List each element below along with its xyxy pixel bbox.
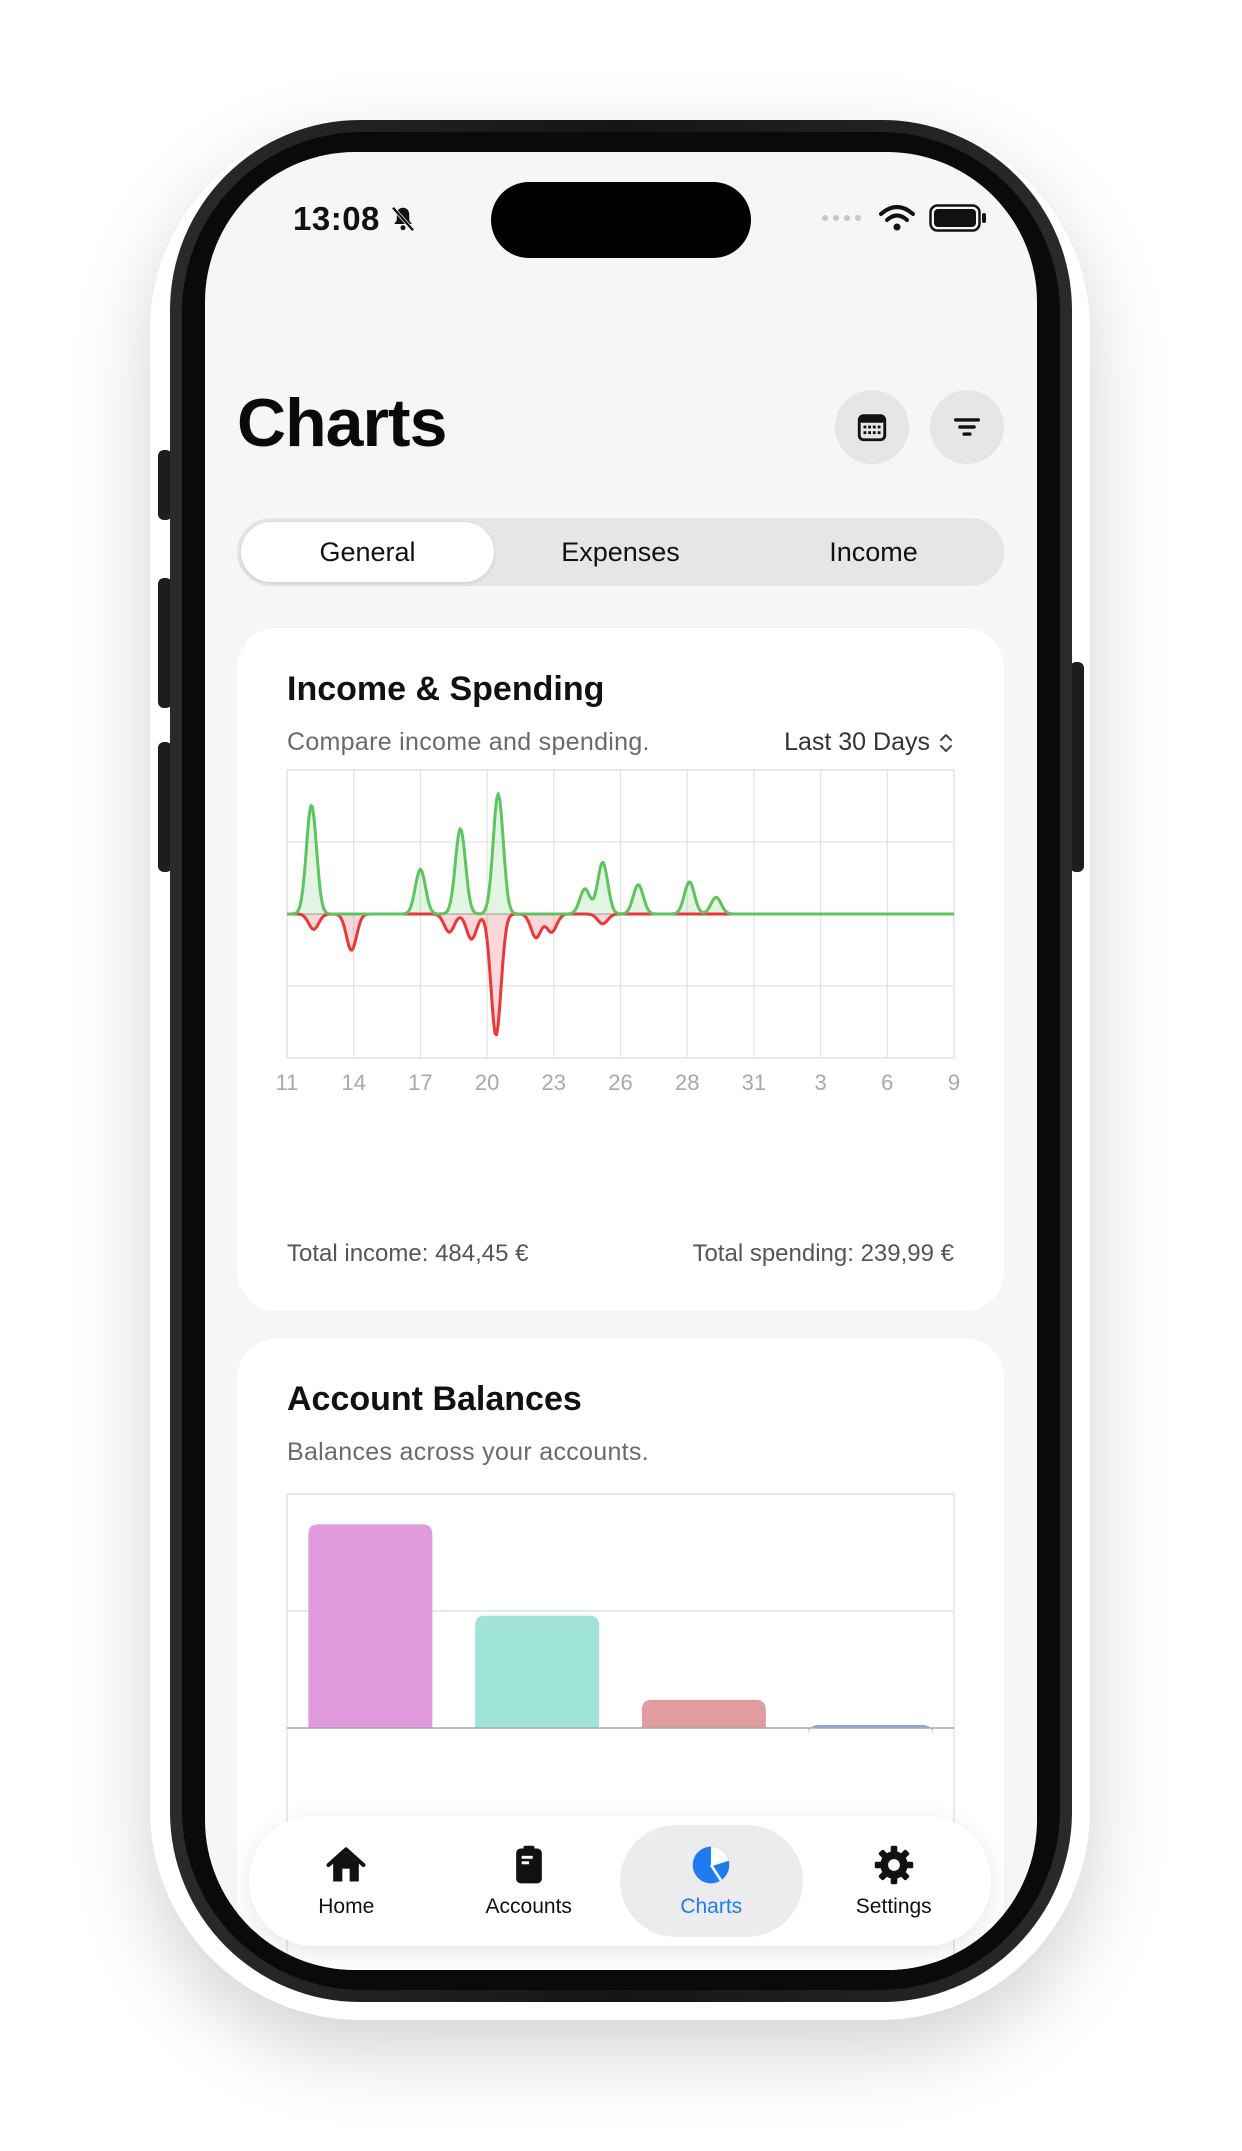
segment-income[interactable]: Income [747,522,1000,582]
filter-icon [953,418,981,436]
x-tick-label: 11 [276,1070,299,1095]
income-spending-chart: 11 14 17 20 23 26 28 31 3 6 9 [276,769,960,1095]
x-tick-label: 28 [675,1070,699,1095]
balance-bar [475,1615,600,1728]
balance-bar [641,1699,766,1728]
tab-settings-label: Settings [855,1895,932,1918]
page-title: Charts [237,385,447,461]
x-tick-label: 31 [742,1070,766,1095]
status-time-text: 13:08 [293,200,380,237]
wallet-card-icon [515,1845,542,1884]
tab-home[interactable]: Home [255,1825,438,1937]
x-tick-label: 6 [881,1070,893,1095]
x-tick-label: 20 [475,1070,499,1095]
x-tick-label: 14 [341,1070,365,1095]
balance-bar [308,1524,433,1728]
stage: 13:08 Charts General Expenses Income Inc… [0,0,1242,2151]
segmented-control: General Expenses Income [237,518,1004,586]
house-icon [326,1847,366,1882]
balance-bar [808,1725,933,1735]
x-tick-label: 3 [814,1070,826,1095]
tab-charts[interactable]: Charts [620,1825,803,1937]
pie-chart-icon [692,1846,730,1884]
tab-settings[interactable]: Settings [803,1825,986,1937]
x-tick-label: 17 [408,1070,432,1095]
gear-icon [874,1845,913,1885]
tab-home-label: Home [318,1895,375,1918]
filter-button[interactable] [930,390,1004,464]
power-button [1070,662,1084,872]
calendar-button[interactable] [835,390,909,464]
wifi-icon [879,205,915,231]
total-spending: Total spending: 239,99 € [692,1240,954,1267]
bell-slash-icon [391,206,415,232]
calendar-icon [857,414,887,442]
tab-accounts-label: Accounts [485,1895,572,1918]
dynamic-island [491,182,751,258]
x-tick-label: 26 [608,1070,632,1095]
screen: 13:08 Charts General Expenses Income Inc… [205,152,1037,1970]
tab-charts-label: Charts [680,1895,743,1918]
status-bar: 13:08 [205,152,1037,262]
segment-expenses[interactable]: Expenses [494,522,747,582]
battery-icon [929,204,986,232]
segment-general[interactable]: General [241,522,494,582]
x-tick-label: 23 [542,1070,566,1095]
status-time: 13:08 [293,200,418,238]
tab-bar: Home Accounts Charts Settings [249,1816,991,1946]
tab-accounts[interactable]: Accounts [438,1825,621,1937]
total-income: Total income: 484,45 € [287,1240,529,1267]
x-tick-label: 9 [948,1070,960,1095]
signal-icon [822,215,861,221]
status-right [821,204,987,232]
income-spending-card: Income & Spending Compare income and spe… [237,628,1004,1311]
